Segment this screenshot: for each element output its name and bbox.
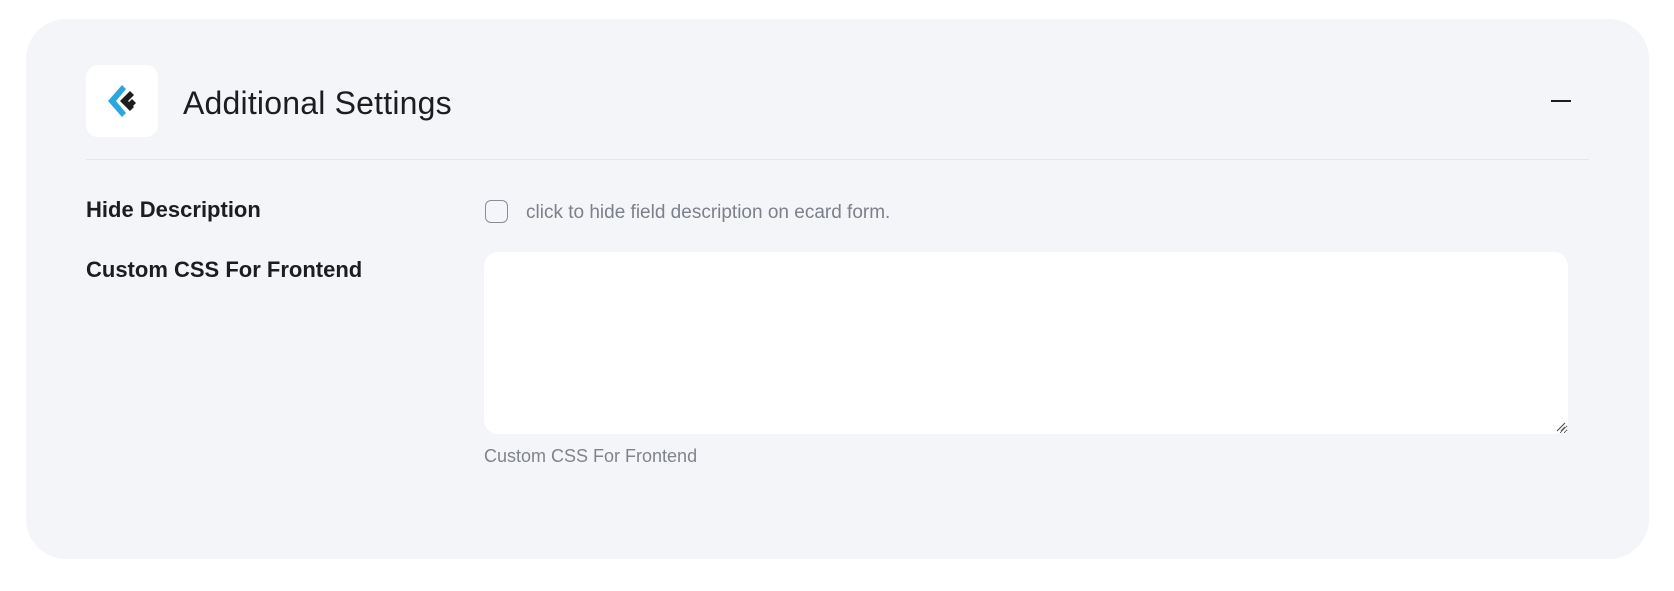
header-divider bbox=[86, 159, 1589, 160]
hide-description-checkbox[interactable] bbox=[485, 200, 508, 223]
hide-description-hint: click to hide field description on ecard… bbox=[526, 202, 891, 223]
custom-css-label: Custom CSS For Frontend bbox=[86, 257, 363, 282]
hide-description-label: Hide Description bbox=[86, 197, 261, 222]
collapse-button[interactable] bbox=[1545, 85, 1577, 117]
section-header: Additional Settings bbox=[86, 65, 1589, 137]
section-title: Additional Settings bbox=[183, 85, 452, 121]
custom-css-field-wrapper bbox=[484, 252, 1568, 434]
plugin-logo bbox=[86, 65, 158, 137]
plugin-logo-icon bbox=[108, 85, 136, 117]
custom-css-helper-text: Custom CSS For Frontend bbox=[484, 446, 698, 466]
settings-panel: Additional Settings Hide Description cli… bbox=[26, 19, 1649, 559]
minus-icon bbox=[1551, 100, 1571, 102]
custom-css-textarea[interactable] bbox=[484, 252, 1568, 434]
